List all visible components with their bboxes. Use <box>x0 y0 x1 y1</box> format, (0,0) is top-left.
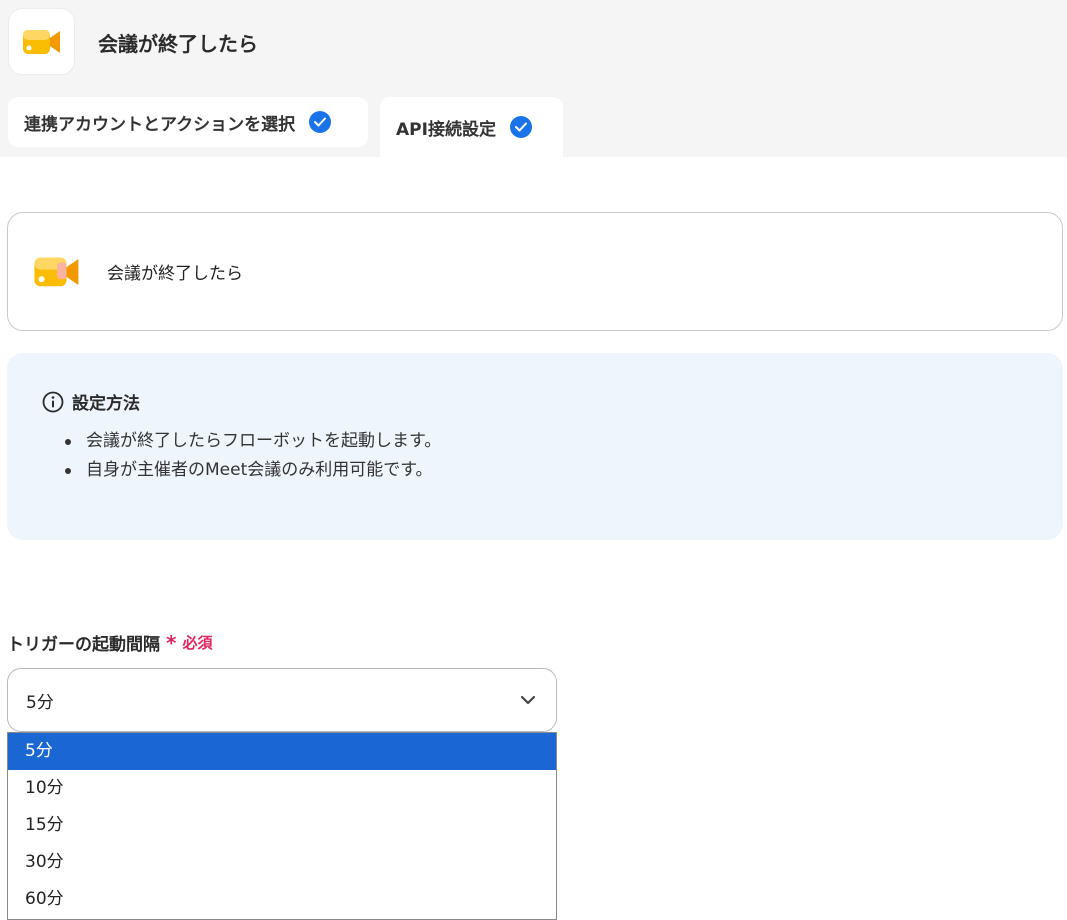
field-label-text: トリガーの起動間隔 <box>7 635 160 655</box>
required-asterisk: * <box>166 630 177 655</box>
page-title: 会議が終了したら <box>98 32 258 56</box>
dropdown-option[interactable]: 10分 <box>8 770 556 807</box>
info-list: 会議が終了したらフローボットを起動します。 自身が主催者のMeet会議のみ利用可… <box>62 427 441 485</box>
tab-api-settings[interactable]: API接続設定 <box>380 97 563 157</box>
interval-select[interactable]: 5分 <box>7 668 557 732</box>
info-title: 設定方法 <box>42 389 140 414</box>
trigger-card: 会議が終了したら <box>7 212 1063 331</box>
trigger-label: 会議が終了したら <box>107 264 243 284</box>
tab-label: API接続設定 <box>396 119 496 140</box>
header: 会議が終了したら 連携アカウントとアクションを選択 API接続設定 <box>0 0 1067 157</box>
tab-label: 連携アカウントとアクションを選択 <box>24 114 296 135</box>
dropdown-option[interactable]: 5分 <box>8 733 556 770</box>
list-item: 会議が終了したらフローボットを起動します。 <box>62 427 441 456</box>
interval-dropdown-list: 5分 10分 15分 30分 60分 <box>7 732 557 920</box>
meet-camera-icon <box>22 29 60 54</box>
check-circle-icon <box>309 111 332 133</box>
required-badge: 必須 <box>182 634 213 652</box>
dropdown-option[interactable]: 30分 <box>8 844 556 881</box>
list-item: 自身が主催者のMeet会議のみ利用可能です。 <box>62 456 441 485</box>
chevron-down-icon <box>520 695 536 705</box>
tab-account-action[interactable]: 連携アカウントとアクションを選択 <box>8 97 368 147</box>
info-title-text: 設定方法 <box>72 394 140 414</box>
info-icon <box>42 391 64 412</box>
interval-field-label: トリガーの起動間隔 * 必須 <box>7 630 213 656</box>
app-icon <box>8 8 75 75</box>
info-box: 設定方法 会議が終了したらフローボットを起動します。 自身が主催者のMeet会議… <box>7 353 1063 540</box>
dropdown-option[interactable]: 15分 <box>8 807 556 844</box>
select-value: 5分 <box>26 692 54 713</box>
dropdown-option[interactable]: 60分 <box>8 881 556 918</box>
meet-camera-icon <box>33 253 81 295</box>
check-circle-icon <box>509 116 532 138</box>
